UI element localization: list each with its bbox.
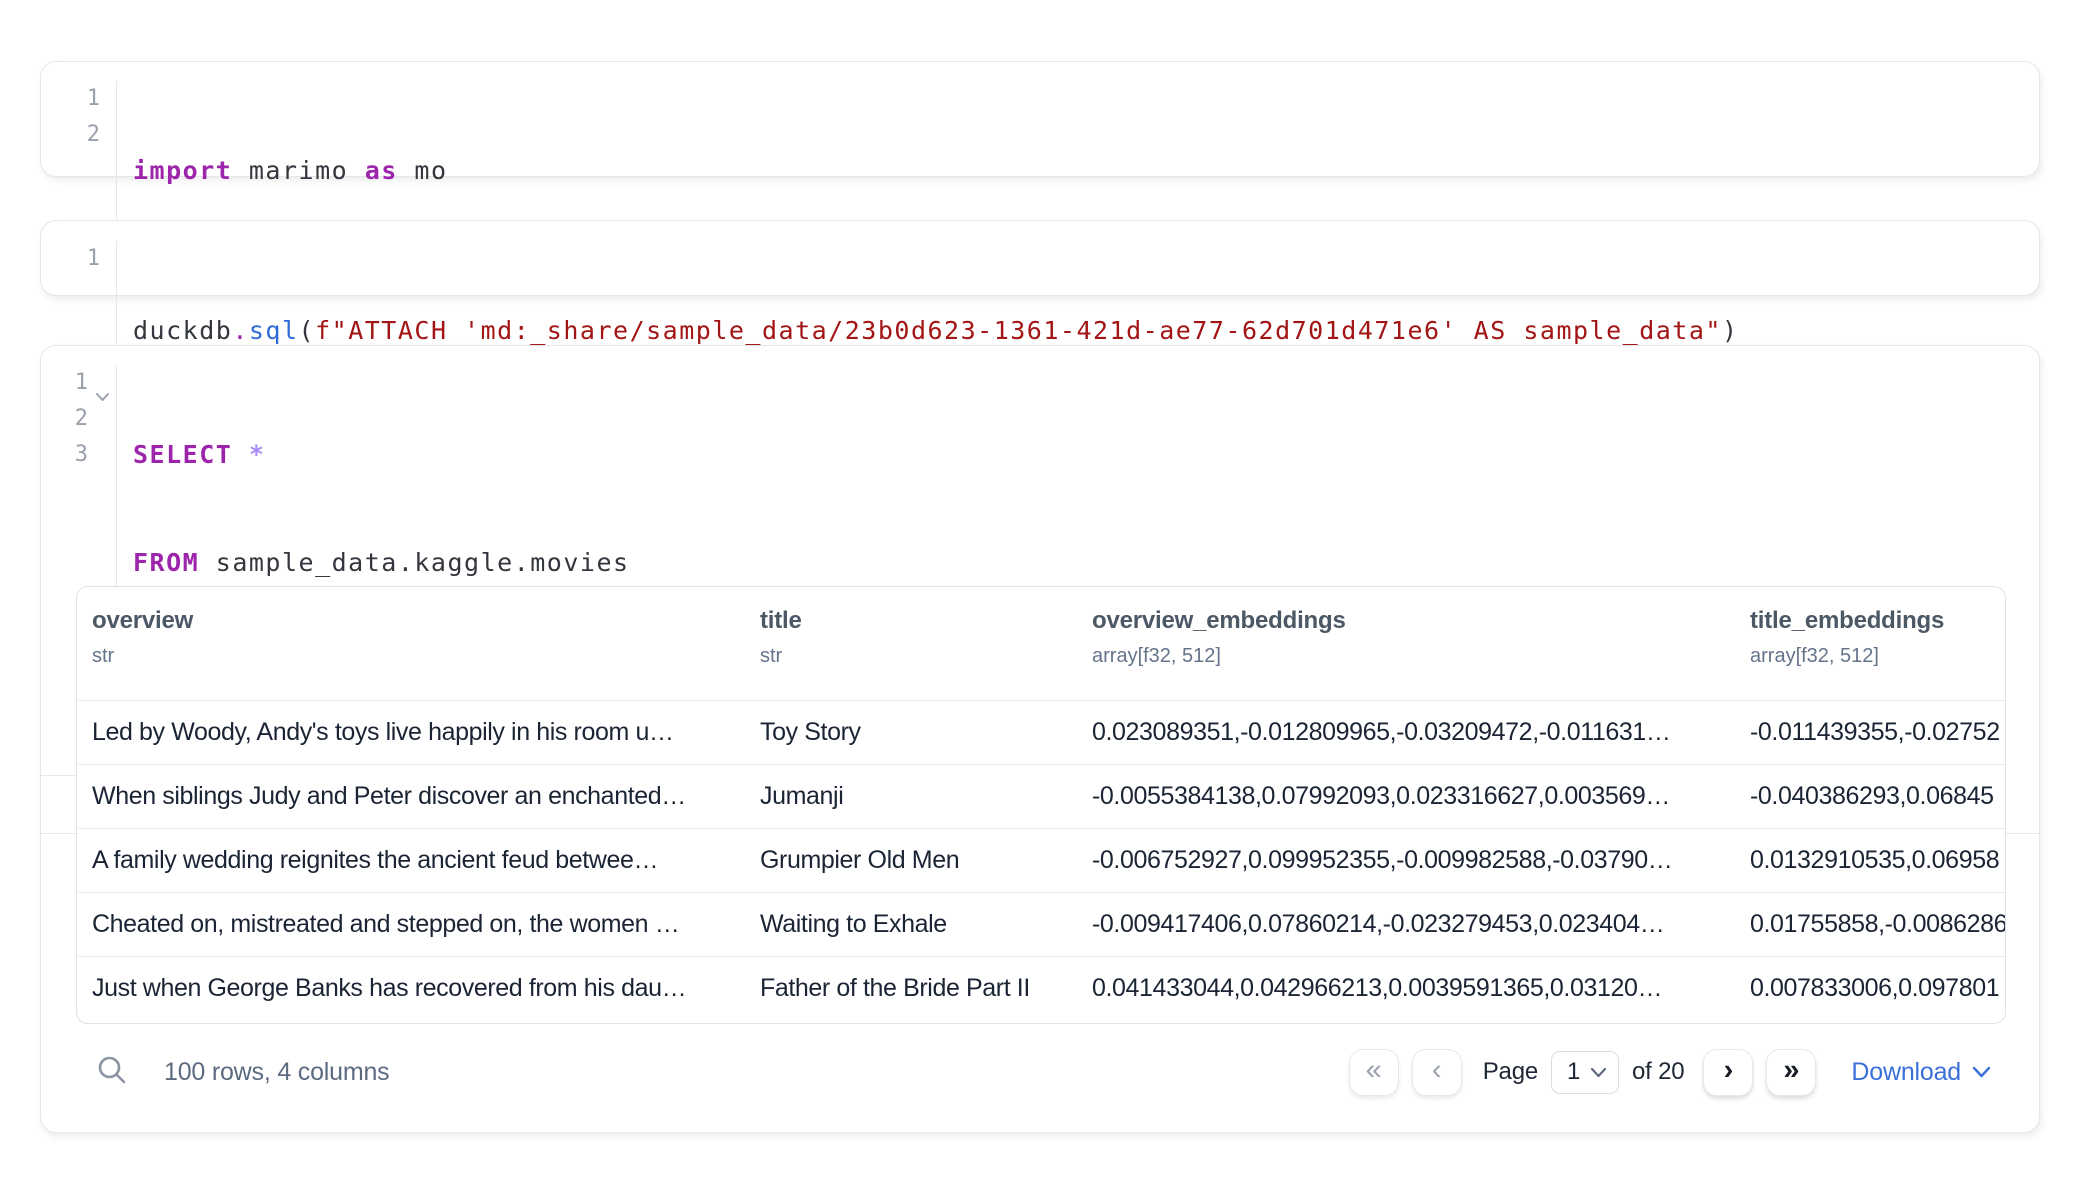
cell-overview-embeddings: -0.009417406,0.07860214,-0.023279453,0.0… — [1077, 910, 1735, 939]
cell-overview: Cheated on, mistreated and stepped on, t… — [77, 910, 745, 939]
cell-overview-embeddings: 0.041433044,0.042966213,0.0039591365,0.0… — [1077, 974, 1735, 1003]
column-name: overview — [92, 607, 745, 635]
code-text: mo — [398, 156, 448, 185]
column-name: title — [760, 607, 1077, 635]
sql-keyword: SELECT — [133, 440, 232, 469]
table-row: Just when George Banks has recovered fro… — [77, 956, 2005, 1020]
table-row: When siblings Judy and Peter discover an… — [77, 764, 2005, 828]
column-name: overview_embeddings — [1092, 607, 1735, 635]
column-header-title-embeddings[interactable]: title_embeddings array[f32, 512] — [1735, 587, 2005, 668]
code-dot: . — [232, 316, 249, 345]
line-number: 1 — [41, 365, 88, 401]
cell-title-embeddings: 0.0132910535,0.06958 — [1735, 846, 2005, 875]
column-name: title_embeddings — [1750, 607, 2005, 635]
page-total-label: of 20 — [1632, 1058, 1684, 1086]
code-text: sample_data.kaggle.movies — [199, 548, 629, 577]
line-number: 1 — [41, 81, 100, 117]
cell-title: Father of the Bride Part II — [745, 974, 1077, 1003]
code-line: FROM sample_data.kaggle.movies — [133, 545, 630, 581]
row-count-summary: 100 rows, 4 columns — [164, 1058, 389, 1087]
line-number: 2 — [41, 117, 100, 153]
chevron-down-icon — [1972, 1066, 1991, 1078]
page-label: Page — [1483, 1058, 1538, 1086]
last-page-button[interactable]: » — [1766, 1049, 1816, 1096]
column-header-overview-embeddings[interactable]: overview_embeddings array[f32, 512] — [1077, 587, 1735, 668]
dataframe-table: overview str title str overview_embeddin… — [76, 586, 2006, 1024]
cell-overview: Just when George Banks has recovered fro… — [77, 974, 745, 1003]
cell-title: Toy Story — [745, 718, 1077, 747]
table-row: A family wedding reignites the ancient f… — [77, 828, 2005, 892]
fold-chevron-icon[interactable] — [95, 378, 110, 414]
cell-title-embeddings: -0.011439355,-0.02752 — [1735, 718, 2005, 747]
download-label: Download — [1851, 1058, 1961, 1087]
download-menu[interactable]: Download — [1851, 1058, 1991, 1087]
column-type: array[f32, 512] — [1750, 645, 2005, 668]
cell-title-embeddings: 0.007833006,0.097801 — [1735, 974, 2005, 1003]
column-type: str — [92, 645, 745, 668]
code-line: SELECT * — [133, 437, 630, 473]
code-line: duckdb.sql(f"ATTACH 'md:_share/sample_da… — [133, 313, 1739, 349]
page-select[interactable]: 1 — [1551, 1051, 1619, 1094]
cell-overview: A family wedding reignites the ancient f… — [77, 846, 745, 875]
line-number: 3 — [41, 437, 88, 473]
line-number: 1 — [41, 241, 100, 277]
prev-page-button[interactable]: ‹ — [1412, 1049, 1462, 1096]
table-row: Led by Woody, Andy's toys live happily i… — [77, 700, 2005, 764]
cell-title-embeddings: -0.040386293,0.06845 — [1735, 782, 2005, 811]
sql-keyword: FROM — [133, 548, 199, 577]
code-cell-imports[interactable]: 1 2 import marimo as mo import duckdb — [40, 61, 2040, 177]
code-line: import marimo as mo — [133, 153, 448, 189]
table-header-row: overview str title str overview_embeddin… — [77, 587, 2005, 700]
pagination: « ‹ Page 1 of 20 › » Download — [1349, 1049, 1991, 1096]
cell-overview-embeddings: -0.0055384138,0.07992093,0.023316627,0.0… — [1077, 782, 1735, 811]
cell-title: Jumanji — [745, 782, 1077, 811]
cell-overview-embeddings: -0.006752927,0.099952355,-0.009982588,-0… — [1077, 846, 1735, 875]
column-type: str — [760, 645, 1077, 668]
column-header-overview[interactable]: overview str — [77, 587, 745, 668]
cell-overview-embeddings: 0.023089351,-0.012809965,-0.03209472,-0.… — [1077, 718, 1735, 747]
table-row: Cheated on, mistreated and stepped on, t… — [77, 892, 2005, 956]
cell-title: Grumpier Old Men — [745, 846, 1077, 875]
page-select-value: 1 — [1567, 1058, 1580, 1086]
cell-overview: Led by Woody, Andy's toys live happily i… — [77, 718, 745, 747]
sql-cell[interactable]: 1 2 3 SELECT * FROM sample_data.kaggle.m… — [40, 345, 2040, 1133]
column-header-title[interactable]: title str — [745, 587, 1077, 668]
code-cell-attach[interactable]: 1 duckdb.sql(f"ATTACH 'md:_share/sample_… — [40, 220, 2040, 296]
table-footer: 100 rows, 4 columns « ‹ Page 1 of 20 › »… — [76, 1044, 2006, 1100]
python-keyword: as — [365, 156, 398, 185]
line-number: 2 — [41, 401, 88, 437]
cell-overview: When siblings Judy and Peter discover an… — [77, 782, 745, 811]
cell-title: Waiting to Exhale — [745, 910, 1077, 939]
chevron-down-icon — [1590, 1067, 1607, 1078]
code-paren: ( — [299, 316, 316, 345]
code-paren: ) — [1722, 316, 1739, 345]
next-page-button[interactable]: › — [1703, 1049, 1753, 1096]
sql-star-operator: * — [232, 440, 265, 469]
code-string: f"ATTACH 'md:_share/sample_data/23b0d623… — [315, 316, 1722, 345]
column-type: array[f32, 512] — [1092, 645, 1735, 668]
code-text: duckdb — [133, 316, 232, 345]
code-method: sql — [249, 316, 299, 345]
cell-title-embeddings: 0.01755858,-0.0086286 — [1735, 910, 2005, 939]
code-text: marimo — [232, 156, 364, 185]
search-icon[interactable] — [96, 1054, 128, 1091]
first-page-button[interactable]: « — [1349, 1049, 1399, 1096]
python-keyword: import — [133, 156, 232, 185]
